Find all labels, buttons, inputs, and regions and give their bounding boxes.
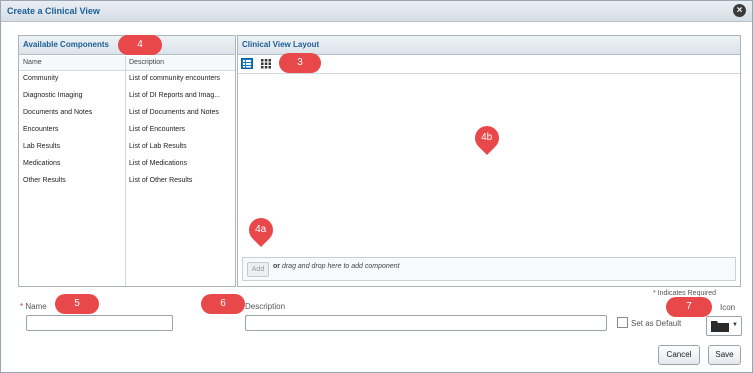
component-name: Medications [23,160,61,167]
component-row[interactable]: Lab Results List of Lab Results [19,141,235,154]
component-description: List of DI Reports and Imag... [129,92,221,99]
callout-7: 7 [666,297,712,317]
component-description: List of community encounters [129,75,221,82]
add-component-button[interactable]: Add [247,262,269,277]
clinical-view-layout-header: Clinical View Layout [238,36,740,55]
set-as-default-label: Set as Default [631,319,682,328]
cancel-button[interactable]: Cancel [658,345,700,365]
components-column-header: Name Description [19,56,235,71]
component-name: Encounters [23,126,59,133]
callout-6: 6 [201,294,245,314]
name-label-text: Name [25,302,47,311]
description-input[interactable] [245,315,607,331]
callout-5: 5 [55,294,99,314]
component-row[interactable]: Diagnostic Imaging List of DI Reports an… [19,90,235,103]
available-components-title: Available Components [23,40,109,49]
column-description-header[interactable]: Description [129,59,164,66]
dialog-title: Create a Clinical View [7,6,100,16]
add-component-dropzone[interactable]: Add or drag and drop here to add compone… [242,257,736,281]
component-name: Diagnostic Imaging [23,92,83,99]
add-hint-text: drag and drop here to add component [281,263,400,270]
component-description: List of Encounters [129,126,186,133]
icon-label: Icon [720,303,736,312]
save-button[interactable]: Save [708,345,741,365]
component-name: Other Results [23,177,66,184]
icon-picker[interactable]: ▼ [706,316,742,336]
component-row[interactable]: Medications List of Medications [19,158,235,171]
component-row[interactable]: Documents and Notes List of Documents an… [19,107,235,120]
component-description: List of Documents and Notes [129,109,219,116]
component-description: List of Lab Results [129,143,187,150]
component-name: Community [23,75,59,82]
set-as-default-checkbox[interactable] [617,317,628,328]
create-clinical-view-dialog: Create a Clinical View × Available Compo… [0,0,753,373]
dialog-titlebar: Create a Clinical View × [1,1,752,22]
available-components-panel: Available Components Name Description Co… [18,35,236,287]
folder-icon [711,321,729,332]
component-row[interactable]: Other Results List of Other Results [19,175,235,188]
add-hint: or drag and drop here to add component [273,263,399,270]
component-name: Documents and Notes [23,109,93,116]
component-name: Lab Results [23,143,60,150]
callout-4: 4 [118,35,162,55]
grid-view-icon[interactable] [260,58,272,69]
callout-3: 3 [279,53,321,73]
component-description: List of Other Results [129,177,193,184]
name-input[interactable] [26,315,173,331]
add-hint-or: or [273,263,280,270]
chevron-down-icon: ▼ [732,322,738,328]
component-row[interactable]: Encounters List of Encounters [19,124,235,137]
component-row[interactable]: Community List of community encounters [19,73,235,86]
column-name-header[interactable]: Name [23,59,42,66]
close-icon[interactable]: × [733,4,746,17]
name-label: * Name [20,302,47,311]
required-note: * Indicates Required [653,290,717,297]
clinical-view-layout-title: Clinical View Layout [242,40,320,49]
component-description: List of Medications [129,160,187,167]
description-label: Description [245,302,286,311]
list-view-icon[interactable] [241,58,253,69]
